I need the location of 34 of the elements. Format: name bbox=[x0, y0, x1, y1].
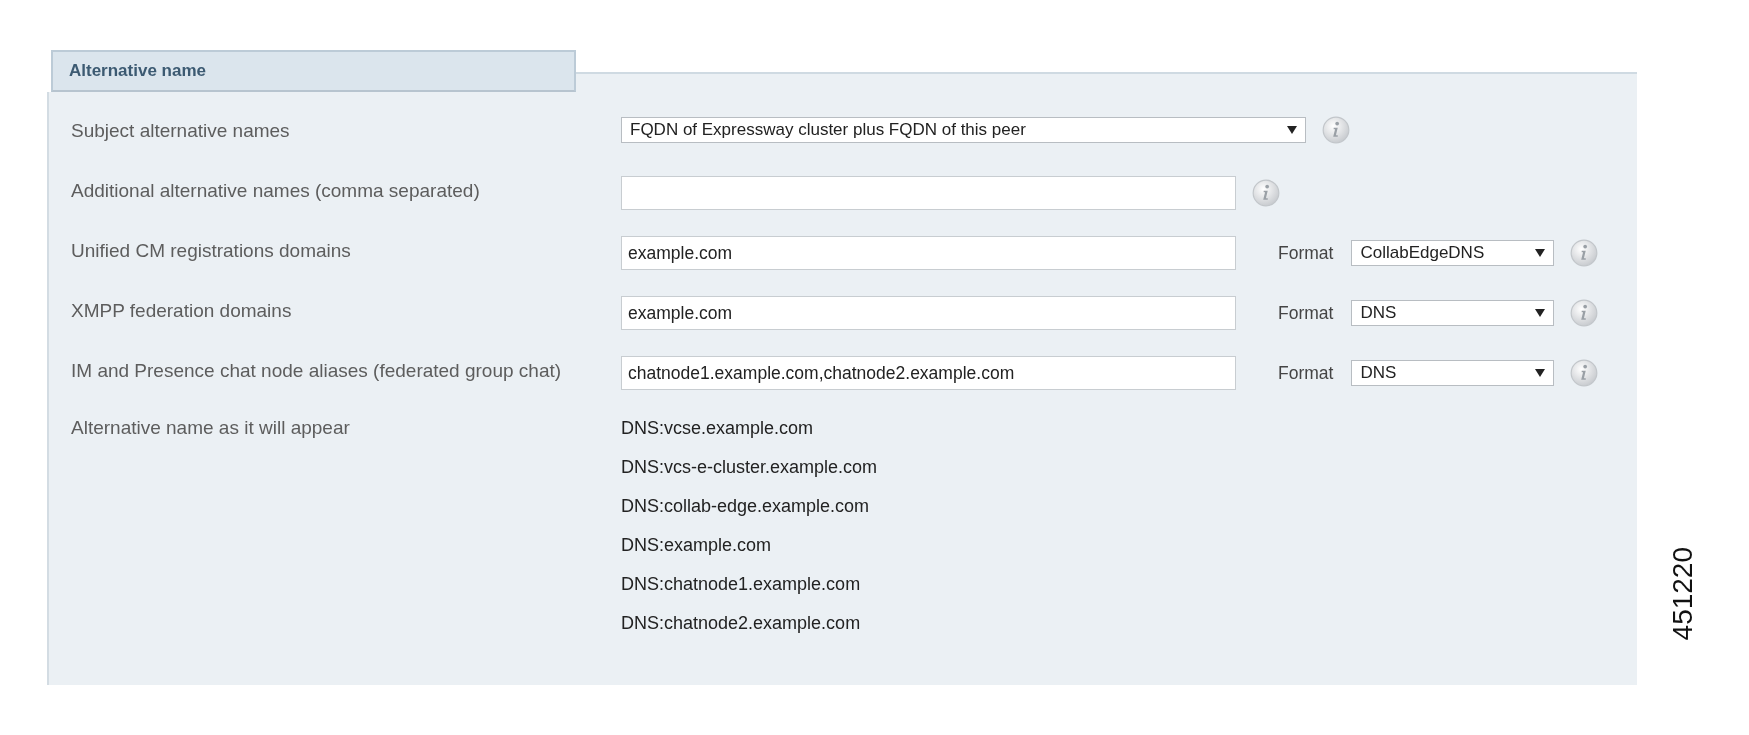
format-label: Format bbox=[1278, 362, 1334, 384]
input-field[interactable]: example.com bbox=[621, 296, 1236, 330]
alternative-name-value: DNS:chatnode2.example.com bbox=[621, 612, 862, 635]
info-icon[interactable] bbox=[1570, 359, 1599, 387]
alternative-name-value: DNS:collab-edge.example.com bbox=[621, 495, 871, 518]
dropdown[interactable]: FQDN of Expressway cluster plus FQDN of this peer bbox=[621, 117, 1306, 143]
field-label: Subject alternative names bbox=[70, 119, 291, 143]
info-icon[interactable] bbox=[1322, 116, 1350, 144]
alternative-name-value: DNS:example.com bbox=[621, 534, 773, 557]
field-label: Alternative name as it will appear bbox=[70, 416, 351, 440]
input-field[interactable]: chatnode1.example.com,chatnode2.example.com bbox=[621, 356, 1236, 390]
caret-icon bbox=[1287, 126, 1297, 134]
alternative-name-value: DNS:vcse.example.com bbox=[621, 417, 815, 440]
input-field[interactable] bbox=[621, 176, 1236, 210]
input-field[interactable]: example.com bbox=[621, 236, 1236, 270]
alternative-name-value: DNS:vcs-e-cluster.example.com bbox=[621, 456, 878, 479]
field-label: XMPP federation domains bbox=[70, 299, 293, 323]
caret-icon bbox=[1535, 249, 1546, 257]
info-icon[interactable] bbox=[1570, 239, 1599, 267]
format-label: Format bbox=[1278, 242, 1334, 264]
section-heading: Alternative name bbox=[51, 50, 576, 92]
info-icon[interactable] bbox=[1570, 299, 1599, 327]
info-icon[interactable] bbox=[1252, 179, 1280, 207]
field-label: IM and Presence chat node aliases (federated group chat) bbox=[70, 359, 563, 383]
field-label: Unified CM registrations domains bbox=[70, 239, 352, 263]
dropdown[interactable]: DNS bbox=[1351, 360, 1555, 386]
caret-icon bbox=[1535, 369, 1546, 377]
caret-icon bbox=[1535, 309, 1546, 317]
figure-number: 451220 bbox=[1669, 546, 1697, 640]
alternative-name-value: DNS:chatnode1.example.com bbox=[621, 573, 862, 596]
field-label: Additional alternative names (comma separated) bbox=[70, 179, 481, 203]
format-label: Format bbox=[1278, 302, 1334, 324]
dropdown[interactable]: DNS bbox=[1351, 300, 1555, 326]
dropdown[interactable]: CollabEdgeDNS bbox=[1351, 240, 1555, 266]
